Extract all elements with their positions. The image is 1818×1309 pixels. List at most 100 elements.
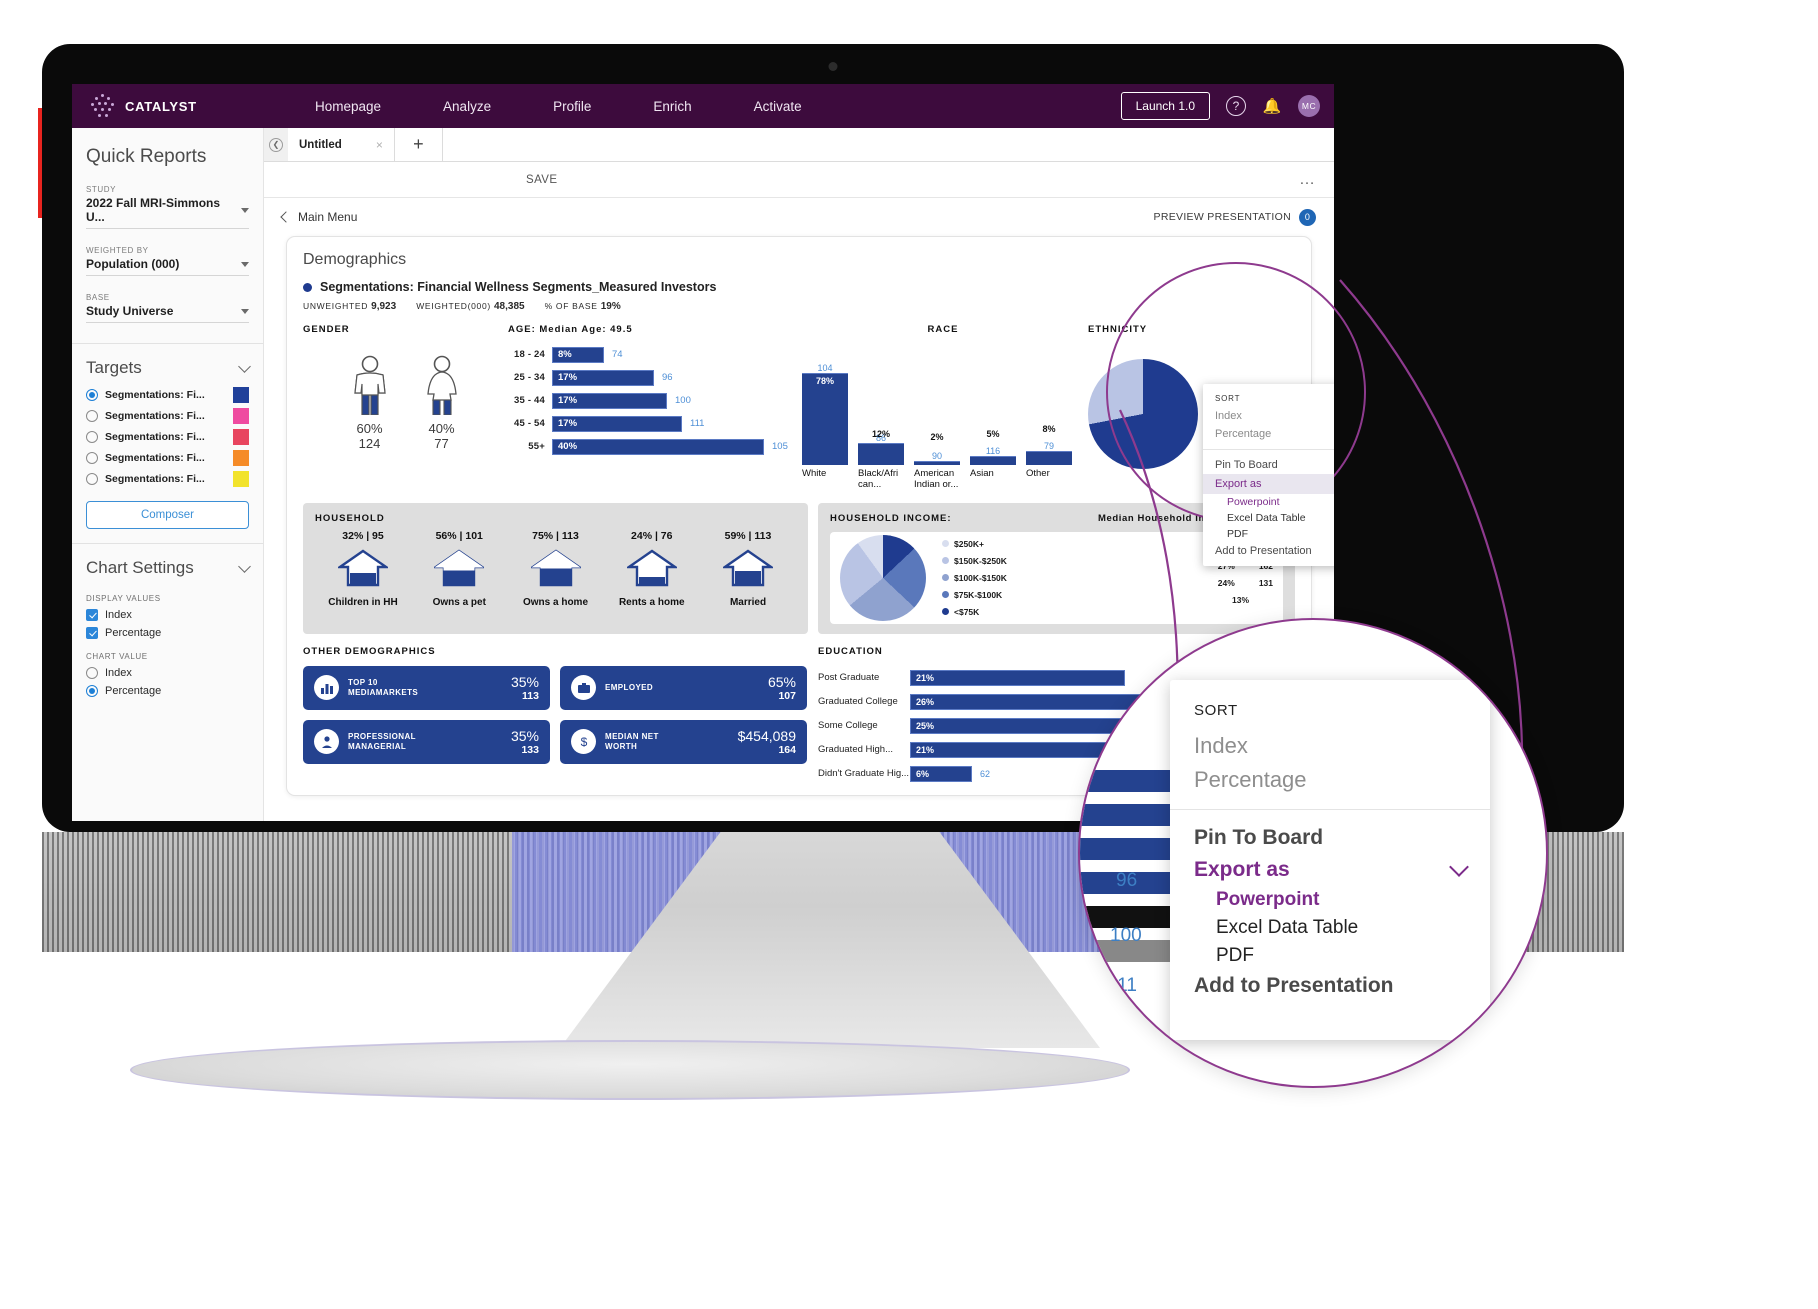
- chevron-down-icon[interactable]: [241, 207, 249, 213]
- household-label: Children in HH: [328, 596, 398, 608]
- chevron-down-icon[interactable]: [241, 308, 249, 314]
- nav-link-homepage[interactable]: Homepage: [284, 99, 412, 114]
- radio-icon[interactable]: [86, 667, 98, 679]
- weighted-by-value: Population (000): [86, 257, 180, 271]
- context-menu-export-excel[interactable]: Excel Data Table: [1203, 510, 1334, 526]
- radio-icon[interactable]: [86, 409, 98, 422]
- launch-button[interactable]: Launch 1.0: [1120, 92, 1210, 120]
- help-icon[interactable]: ?: [1226, 96, 1246, 116]
- target-row[interactable]: Segmentations: Fi...: [72, 447, 263, 468]
- chevron-down-icon[interactable]: [241, 261, 249, 267]
- preview-count-badge: 0: [1299, 208, 1316, 226]
- od-card-professional-managerial[interactable]: PROFESSIONAL MANAGERIAL 35% 133: [303, 719, 550, 764]
- radio-icon[interactable]: [86, 388, 98, 401]
- context-menu[interactable]: SORT Index Percentage Pin To Board Expor…: [1203, 384, 1334, 566]
- chevron-left-icon[interactable]: ❮: [269, 137, 283, 152]
- context-menu-sort-header: SORT: [1215, 394, 1241, 403]
- color-swatch[interactable]: [233, 428, 249, 445]
- color-swatch[interactable]: [233, 407, 249, 424]
- display-value-index[interactable]: Index: [72, 606, 263, 624]
- chevron-down-icon[interactable]: [238, 559, 251, 573]
- magnified-export-excel[interactable]: Excel Data Table: [1170, 914, 1490, 942]
- radio-icon[interactable]: [86, 430, 98, 443]
- magnified-sort-index[interactable]: Index: [1170, 729, 1490, 763]
- context-menu-export-pdf[interactable]: PDF: [1203, 526, 1334, 542]
- od-card-top10-mediamarkets[interactable]: TOP 10 MEDIAMARKETS 35% 113: [303, 665, 550, 710]
- checkbox-icon[interactable]: [86, 609, 98, 621]
- tab-back-button[interactable]: ❮: [264, 128, 288, 161]
- magnified-export-pdf[interactable]: PDF: [1170, 942, 1490, 970]
- radio-icon[interactable]: [86, 685, 98, 697]
- chart-settings-header[interactable]: Chart Settings: [72, 544, 263, 584]
- tab-bar-filler: [442, 128, 1334, 161]
- context-menu-export-as[interactable]: Export as: [1203, 474, 1334, 494]
- male-figure-icon: [353, 355, 386, 415]
- composer-button[interactable]: Composer: [86, 501, 249, 529]
- race-pct: 2%: [930, 432, 944, 442]
- context-menu-export-powerpoint[interactable]: Powerpoint: [1203, 494, 1334, 510]
- target-row[interactable]: Segmentations: Fi...: [72, 426, 263, 447]
- save-button[interactable]: SAVE: [526, 174, 557, 186]
- tab-untitled[interactable]: Untitled ×: [288, 128, 395, 161]
- sidebar-title: Quick Reports: [86, 146, 207, 167]
- magnified-export-as[interactable]: Export as: [1170, 854, 1490, 886]
- main-menu-button[interactable]: Main Menu: [280, 210, 358, 224]
- display-value-percentage[interactable]: Percentage: [72, 624, 263, 642]
- close-icon[interactable]: ×: [376, 138, 383, 152]
- od-card-median-net-worth[interactable]: $ MEDIAN NET WORTH $454,089 164: [560, 719, 807, 764]
- magnified-sort-header: SORT: [1194, 702, 1238, 719]
- preview-presentation-button[interactable]: PREVIEW PRESENTATION 0: [1154, 208, 1316, 226]
- household-box: HOUSEHOLD 32% | 95 Children in HH 56% | …: [303, 502, 808, 634]
- house-icon: [624, 549, 679, 587]
- nav-link-activate[interactable]: Activate: [723, 99, 833, 114]
- context-menu-add-to-presentation[interactable]: Add to Presentation: [1203, 542, 1334, 560]
- sidebar-field-base[interactable]: BASE Study Universe: [72, 293, 263, 323]
- legend-dot: [942, 608, 949, 616]
- chart-value-label: CHART VALUE: [86, 652, 148, 661]
- chevron-down-icon[interactable]: [1449, 856, 1469, 877]
- magnified-context-menu[interactable]: SORT Index Percentage Pin To Board Expor…: [1170, 680, 1490, 1040]
- add-tab-button[interactable]: +: [394, 128, 443, 161]
- race-pct: 8%: [1042, 424, 1056, 434]
- weighted-by-label: WEIGHTED BY: [86, 246, 149, 255]
- context-menu-pin-to-board[interactable]: Pin To Board: [1203, 456, 1334, 474]
- target-row[interactable]: Segmentations: Fi...: [72, 468, 263, 489]
- context-menu-sort-index[interactable]: Index: [1203, 407, 1334, 425]
- nav-link-analyze[interactable]: Analyze: [412, 99, 522, 114]
- house-icon: [721, 549, 775, 587]
- legend-item: <$75K: [942, 603, 1007, 620]
- target-row[interactable]: Segmentations: Fi...: [72, 405, 263, 426]
- magnified-sort-percentage[interactable]: Percentage: [1170, 763, 1490, 797]
- household-item: 32% | 95 Children in HH: [315, 530, 411, 608]
- brand-logo[interactable]: CATALYST: [72, 93, 284, 119]
- checkbox-icon[interactable]: [86, 627, 98, 639]
- chart-value-percentage[interactable]: Percentage: [72, 682, 263, 700]
- radio-icon[interactable]: [86, 451, 98, 464]
- ellipsis-icon[interactable]: …: [1299, 171, 1316, 189]
- color-swatch[interactable]: [233, 470, 249, 487]
- avatar[interactable]: MC: [1298, 95, 1320, 117]
- nav-link-profile[interactable]: Profile: [522, 99, 622, 114]
- segment-color-dot: [303, 282, 312, 292]
- sidebar-field-study[interactable]: STUDY 2022 Fall MRI-Simmons U...: [72, 185, 263, 229]
- study-label: STUDY: [86, 185, 117, 194]
- chevron-down-icon[interactable]: [238, 359, 251, 373]
- magnified-add-to-presentation[interactable]: Add to Presentation: [1170, 970, 1490, 1002]
- magnified-export-powerpoint[interactable]: Powerpoint: [1170, 886, 1490, 914]
- notification-bell-icon[interactable]: 🔔: [1262, 96, 1282, 116]
- nav-link-enrich[interactable]: Enrich: [622, 99, 722, 114]
- target-row[interactable]: Segmentations: Fi...: [72, 384, 263, 405]
- radio-icon[interactable]: [86, 472, 98, 485]
- color-swatch[interactable]: [233, 449, 249, 466]
- sidebar-field-weighted-by[interactable]: WEIGHTED BY Population (000): [72, 246, 263, 276]
- magnified-pin-to-board[interactable]: Pin To Board: [1170, 822, 1490, 854]
- save-bar: SAVE …: [264, 162, 1334, 198]
- context-menu-sort-percentage[interactable]: Percentage: [1203, 425, 1334, 443]
- od-card-employed[interactable]: EMPLOYED 65% 107: [560, 665, 807, 710]
- targets-header[interactable]: Targets: [72, 344, 263, 384]
- chart-value-index[interactable]: Index: [72, 664, 263, 682]
- main-menu-label: Main Menu: [298, 210, 358, 224]
- ethnicity-pie: [1088, 359, 1198, 469]
- household-value: 56% | 101: [435, 529, 483, 542]
- color-swatch[interactable]: [233, 386, 249, 403]
